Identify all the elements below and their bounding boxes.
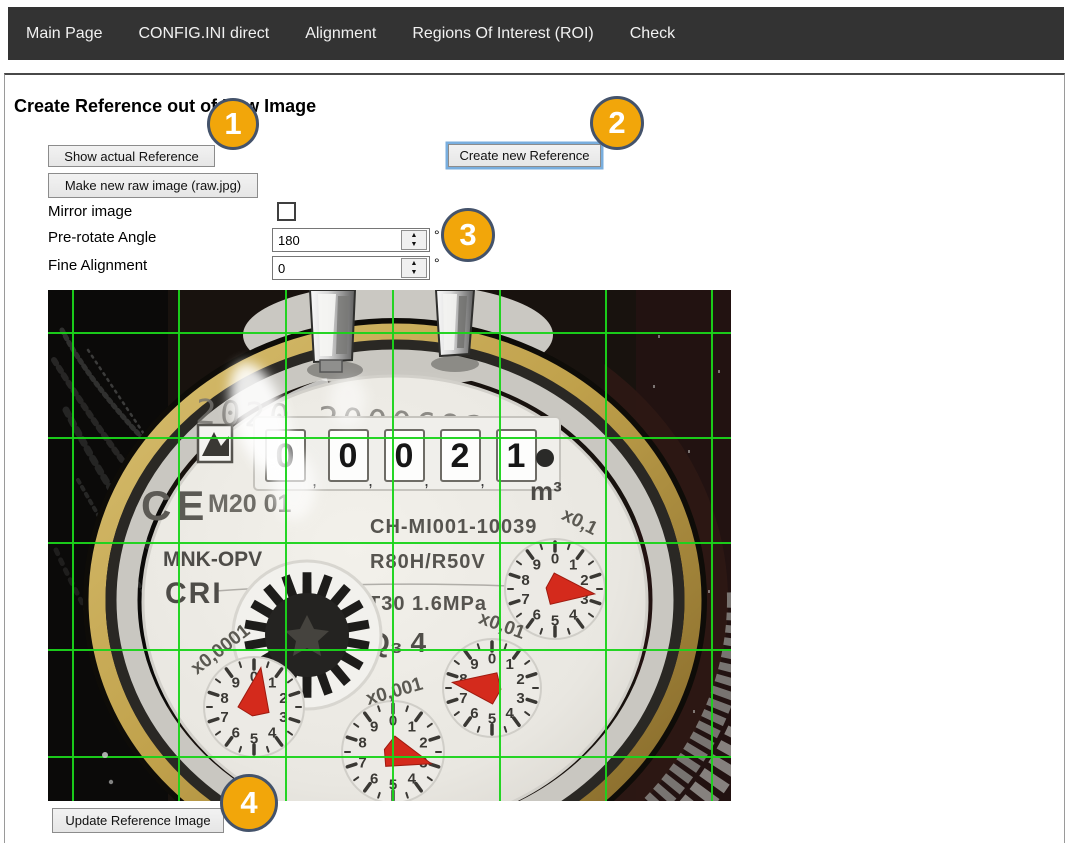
svg-text:4: 4 [268,725,277,742]
callout-2: 2 [590,96,644,150]
nav-config-ini[interactable]: CONFIG.INI direct [139,25,270,43]
svg-text:0: 0 [488,651,496,668]
svg-text:6: 6 [470,705,478,722]
svg-text:9: 9 [370,719,378,736]
spinner-down-icon[interactable]: ▼ [402,240,426,249]
svg-text:2: 2 [516,671,524,688]
pre-rotate-angle-label: Pre-rotate Angle [48,229,156,246]
svg-text:9: 9 [470,656,478,673]
nav-roi[interactable]: Regions Of Interest (ROI) [412,25,593,43]
svg-text:1: 1 [505,656,513,673]
model-number: CH-MI001-10039 [370,516,537,538]
svg-text:9: 9 [533,556,541,573]
make-new-raw-image-button[interactable]: Make new raw image (raw.jpg) [48,173,258,198]
update-reference-image-button[interactable]: Update Reference Image [52,808,224,833]
svg-text:5: 5 [250,731,258,748]
odometer-digit: 2 [451,437,470,475]
svg-text:2: 2 [419,735,427,752]
reference-image: 2020 2000692952 0 0 0 2 1 , , , , m³ CE … [48,290,731,801]
cubic-meter-label: m³ [530,476,562,506]
spinner-up-icon[interactable]: ▲ [402,259,426,268]
odometer-dot [536,449,554,467]
svg-text:8: 8 [521,572,529,589]
svg-text:7: 7 [459,690,467,707]
svg-text:,: , [368,470,373,490]
svg-text:6: 6 [370,770,378,787]
svg-text:7: 7 [220,709,228,726]
fine-alignment-label: Fine Alignment [48,257,147,274]
svg-text:3: 3 [516,690,524,707]
spec-text: T30 1.6MPa [368,593,487,615]
callout-4: 4 [220,774,278,832]
brand-text: MNK-OPV [163,548,262,571]
top-navbar: Main Page CONFIG.INI direct Alignment Re… [8,7,1064,60]
svg-text:,: , [480,470,485,490]
mirror-image-checkbox[interactable] [277,202,296,221]
pre-rotate-degree-unit: ° [434,227,440,243]
nav-check[interactable]: Check [630,25,675,43]
svg-text:1: 1 [569,556,577,573]
svg-text:0: 0 [551,551,559,568]
svg-text:5: 5 [488,711,496,728]
svg-text:4: 4 [505,705,514,722]
nav-alignment[interactable]: Alignment [305,25,376,43]
svg-text:9: 9 [232,674,240,691]
show-actual-reference-button[interactable]: Show actual Reference [48,145,215,167]
svg-text:2: 2 [580,572,588,589]
svg-text:6: 6 [533,607,541,624]
svg-text:1: 1 [408,719,416,736]
callout-1: 1 [207,98,259,150]
page-title: Create Reference out of Raw Image [14,96,316,117]
svg-text:8: 8 [358,735,366,752]
mirror-image-label: Mirror image [48,203,132,220]
svg-text:6: 6 [232,725,240,742]
pre-rotate-spinner[interactable]: ▲ ▼ [401,230,427,250]
fine-alignment-spinner[interactable]: ▲ ▼ [401,258,427,278]
spinner-down-icon[interactable]: ▼ [402,268,426,277]
create-new-reference-button[interactable]: Create new Reference [448,144,601,167]
ratio-text: R80H/R50V [370,551,486,573]
svg-text:,: , [424,470,429,490]
water-meter-photo: 2020 2000692952 0 0 0 2 1 , , , , m³ CE … [48,290,731,801]
odometer-digit: 1 [507,437,526,475]
ce-mark: CE [141,482,209,529]
svg-text:4: 4 [569,607,578,624]
svg-text:5: 5 [551,613,559,630]
callout-3: 3 [441,208,495,262]
brand2-text: CRI [165,577,223,610]
odometer-digit: 0 [339,437,358,475]
svg-text:8: 8 [220,690,228,707]
fine-alignment-degree-unit: ° [434,255,440,271]
svg-text:1: 1 [268,674,276,691]
svg-text:4: 4 [408,770,417,787]
spinner-up-icon[interactable]: ▲ [402,231,426,240]
nav-main-page[interactable]: Main Page [26,25,103,43]
odometer-digit: 0 [395,437,414,475]
svg-text:7: 7 [521,591,529,608]
